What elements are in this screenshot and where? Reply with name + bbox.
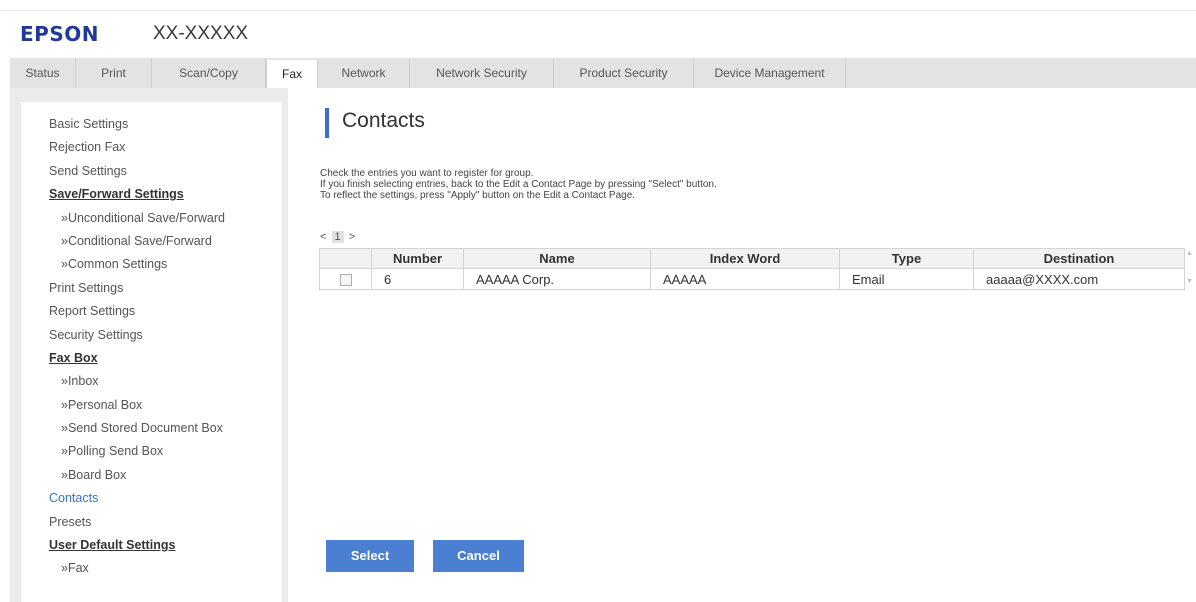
cell-number: 6: [371, 268, 464, 290]
sidebar-item-send-settings[interactable]: Send Settings: [49, 160, 225, 183]
instruction-line: If you finish selecting entries, back to…: [320, 179, 717, 191]
instruction-line: Check the entries you want to register f…: [320, 168, 534, 179]
sidebar-item-fax[interactable]: »Fax: [49, 557, 225, 580]
tab-network[interactable]: Network: [318, 58, 410, 88]
scroll-up-icon[interactable]: ▲: [1186, 250, 1193, 257]
sidebar-item-board-box[interactable]: »Board Box: [49, 464, 225, 487]
page-title: Contacts: [342, 109, 425, 132]
column-header-type[interactable]: Type: [839, 248, 974, 269]
cell-destination: aaaaa@XXXX.com: [973, 268, 1185, 290]
epson-logo: EPSON: [20, 22, 99, 46]
select-button[interactable]: Select: [326, 540, 414, 572]
tab-scan-copy[interactable]: Scan/Copy: [152, 58, 266, 88]
sidebar-item-security-settings[interactable]: Security Settings: [49, 324, 225, 347]
tab-status[interactable]: Status: [10, 58, 76, 88]
pager-prev-link[interactable]: <: [320, 231, 326, 243]
printer-model: XX-XXXXX: [153, 23, 249, 44]
cancel-button[interactable]: Cancel: [433, 540, 524, 572]
sidebar-item-print-settings[interactable]: Print Settings: [49, 277, 225, 300]
tab-device-management[interactable]: Device Management: [694, 58, 846, 88]
sidebar-item-inbox[interactable]: »Inbox: [49, 370, 225, 393]
content-area: Basic Settings Rejection Fax Send Settin…: [10, 88, 1196, 602]
cell-name: AAAAA Corp.: [463, 268, 651, 290]
table-scrollbar[interactable]: ▲ ▼: [1185, 248, 1195, 290]
tab-print[interactable]: Print: [76, 58, 152, 88]
sidebar-item-fax-box[interactable]: Fax Box: [49, 347, 225, 370]
column-header-number[interactable]: Number: [371, 248, 464, 269]
column-header-select: [319, 248, 372, 269]
sidebar-item-polling-send-box[interactable]: »Polling Send Box: [49, 440, 225, 463]
tab-network-security[interactable]: Network Security: [410, 58, 554, 88]
table-row: 6 AAAAA Corp. AAAAA Email aaaaa@XXXX.com: [319, 268, 1185, 290]
column-header-index-word[interactable]: Index Word: [650, 248, 840, 269]
instruction-line: To reflect the settings, press "Apply" b…: [320, 190, 636, 202]
column-header-name[interactable]: Name: [463, 248, 651, 269]
row-checkbox[interactable]: [339, 274, 352, 287]
instructions: Check the entries you want to register f…: [320, 168, 717, 202]
table-header-row: Number Name Index Word Type Destination: [319, 248, 1185, 269]
scroll-down-icon[interactable]: ▼: [1186, 278, 1193, 285]
tab-product-security[interactable]: Product Security: [554, 58, 694, 88]
row-select-cell: [319, 268, 372, 290]
top-divider: [0, 10, 1196, 11]
title-accent-bar: [325, 108, 329, 138]
sidebar-item-save-forward-settings[interactable]: Save/Forward Settings: [49, 183, 225, 206]
pagination: < 1 >: [320, 231, 355, 243]
sidebar-item-basic-settings[interactable]: Basic Settings: [49, 113, 225, 136]
main-panel: Contacts Check the entries you want to r…: [288, 88, 1196, 602]
sidebar-item-common-settings[interactable]: »Common Settings: [49, 253, 225, 276]
header: EPSON XX-XXXXX: [0, 18, 1196, 48]
sidebar-item-send-stored-document-box[interactable]: »Send Stored Document Box: [49, 417, 225, 440]
cell-index-word: AAAAA: [650, 268, 840, 290]
sidebar-item-conditional-save-forward[interactable]: »Conditional Save/Forward: [49, 230, 225, 253]
pager-current-page[interactable]: 1: [331, 231, 344, 243]
sidebar-item-unconditional-save-forward[interactable]: »Unconditional Save/Forward: [49, 207, 225, 230]
pager-next-link[interactable]: >: [349, 231, 355, 243]
cell-type: Email: [839, 268, 974, 290]
tab-fax[interactable]: Fax: [266, 60, 318, 91]
sidebar-item-user-default-settings[interactable]: User Default Settings: [49, 534, 225, 557]
sidebar: Basic Settings Rejection Fax Send Settin…: [21, 102, 282, 602]
sidebar-item-personal-box[interactable]: »Personal Box: [49, 394, 225, 417]
main-tab-bar: Status Print Scan/Copy Fax Network Netwo…: [10, 58, 1196, 91]
sidebar-item-rejection-fax[interactable]: Rejection Fax: [49, 136, 225, 159]
contacts-table: Number Name Index Word Type Destination …: [319, 248, 1185, 290]
sidebar-item-presets[interactable]: Presets: [49, 511, 225, 534]
column-header-destination[interactable]: Destination: [973, 248, 1185, 269]
sidebar-item-contacts[interactable]: Contacts: [49, 487, 225, 510]
sidebar-item-report-settings[interactable]: Report Settings: [49, 300, 225, 323]
